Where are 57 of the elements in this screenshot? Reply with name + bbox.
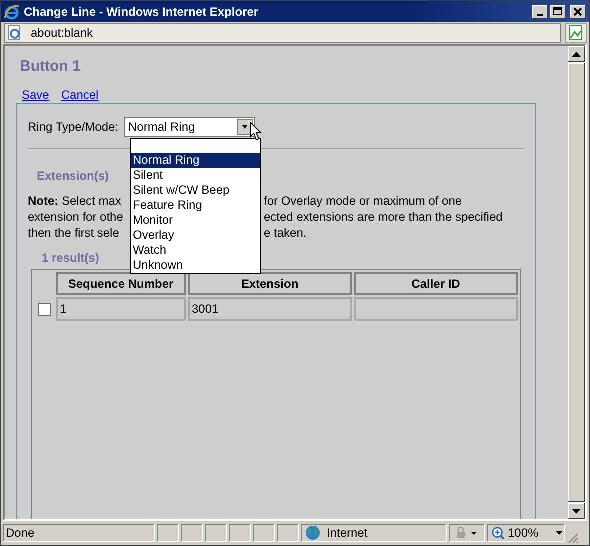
- maximize-button[interactable]: [550, 4, 566, 18]
- resize-grip-icon: [567, 532, 579, 544]
- status-panel: [181, 524, 203, 542]
- scroll-up-button[interactable]: [568, 46, 585, 62]
- status-text: Done: [3, 524, 155, 542]
- compatibility-button[interactable]: [565, 23, 587, 43]
- page-icon: [7, 25, 23, 41]
- caret-icon: [556, 531, 563, 535]
- field-label: Ring Type/Mode:: [28, 120, 118, 134]
- table-cell: 1: [56, 297, 186, 321]
- minimize-icon: [537, 14, 543, 16]
- action-link[interactable]: Cancel: [61, 88, 99, 103]
- note-text: ected extensions are more than the specified: [264, 209, 504, 225]
- status-panel: [157, 524, 179, 542]
- address-field[interactable]: about:blank: [4, 23, 561, 43]
- window-title: Change Line - Windows Internet Explorer: [24, 4, 260, 18]
- dropdown-option[interactable]: Overlay: [131, 228, 260, 243]
- dropdown-option[interactable]: Silent w/CW Beep: [131, 183, 260, 198]
- table-cell: 3001: [188, 297, 352, 321]
- row-checkbox[interactable]: [38, 303, 50, 316]
- globe-icon: [305, 525, 321, 541]
- dropdown-option[interactable]: Monitor: [131, 213, 260, 228]
- chart-page-icon: [568, 25, 584, 41]
- ring-type-dropdown[interactable]: Normal Ring: [124, 117, 254, 137]
- result-count: 1 result(s): [42, 250, 100, 266]
- close-button[interactable]: [570, 4, 586, 18]
- action-link[interactable]: Save: [22, 88, 50, 103]
- dropdown-option[interactable]: Watch: [131, 243, 260, 258]
- down-arrow-icon: [572, 508, 581, 514]
- dropdown-option[interactable]: Silent: [131, 168, 260, 183]
- dropdown-option[interactable]: Normal Ring: [131, 153, 260, 168]
- url-text: about:blank: [31, 26, 94, 40]
- zoom-button[interactable]: 100%: [487, 524, 565, 542]
- dropdown-option[interactable]: Unknown: [131, 258, 260, 273]
- status-panel: [229, 524, 251, 542]
- scroll-down-button[interactable]: [568, 503, 585, 519]
- maximize-icon: [553, 6, 563, 16]
- note-text: e taken.: [264, 225, 308, 241]
- minimize-button[interactable]: [532, 4, 548, 18]
- note-text: then the first sele: [28, 225, 120, 241]
- dropdown-option[interactable]: Feature Ring: [131, 198, 260, 213]
- protected-mode-button[interactable]: [449, 524, 485, 542]
- status-panel: [277, 524, 299, 542]
- note-text: extension for othe: [28, 209, 124, 225]
- status-panel: [253, 524, 275, 542]
- lock-icon: [455, 527, 479, 539]
- note-text: Note: Select max: [28, 193, 122, 209]
- up-arrow-icon: [572, 52, 581, 56]
- section-title: Extension(s): [37, 168, 110, 184]
- page-heading: Button 1: [20, 58, 82, 76]
- security-zone: Internet: [327, 526, 368, 540]
- status-panel: [205, 524, 227, 542]
- browser-logo-icon: [4, 4, 20, 20]
- zoom-icon: [492, 526, 505, 540]
- column-header: Caller ID: [354, 272, 518, 295]
- close-icon: [573, 6, 583, 16]
- note-text: for Overlay mode or maximum of one: [264, 193, 464, 209]
